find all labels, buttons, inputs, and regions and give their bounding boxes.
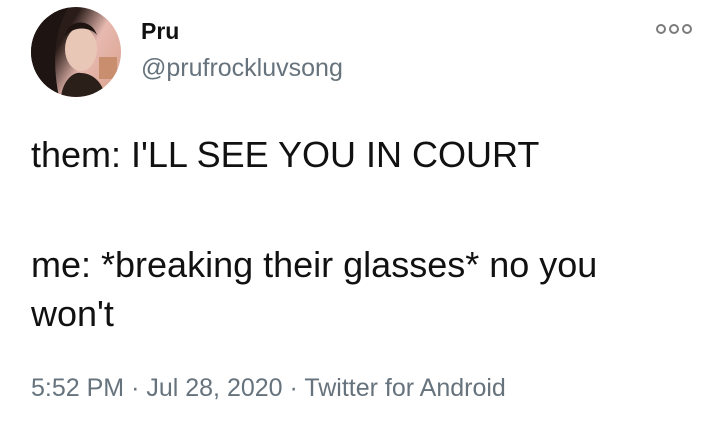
tweet-source[interactable]: Twitter for Android [304, 374, 505, 402]
tweet-text-line: me: *breaking their glasses* no you [31, 244, 598, 285]
avatar[interactable] [31, 7, 121, 97]
separator: · [289, 374, 298, 402]
more-options-icon[interactable] [656, 24, 692, 34]
author-handle[interactable]: @prufrockluvsong [141, 54, 343, 83]
tweet-text-line: them: I'LL SEE YOU IN COURT [31, 134, 540, 175]
tweet-time[interactable]: 5:52 PM [31, 374, 124, 402]
tweet-date[interactable]: Jul 28, 2020 [146, 374, 282, 402]
separator: · [131, 374, 140, 402]
tweet-meta: 5:52 PM · Jul 28, 2020 · Twitter for And… [31, 374, 506, 403]
author-name[interactable]: Pru [141, 18, 179, 45]
tweet-text-line: won't [31, 293, 114, 334]
